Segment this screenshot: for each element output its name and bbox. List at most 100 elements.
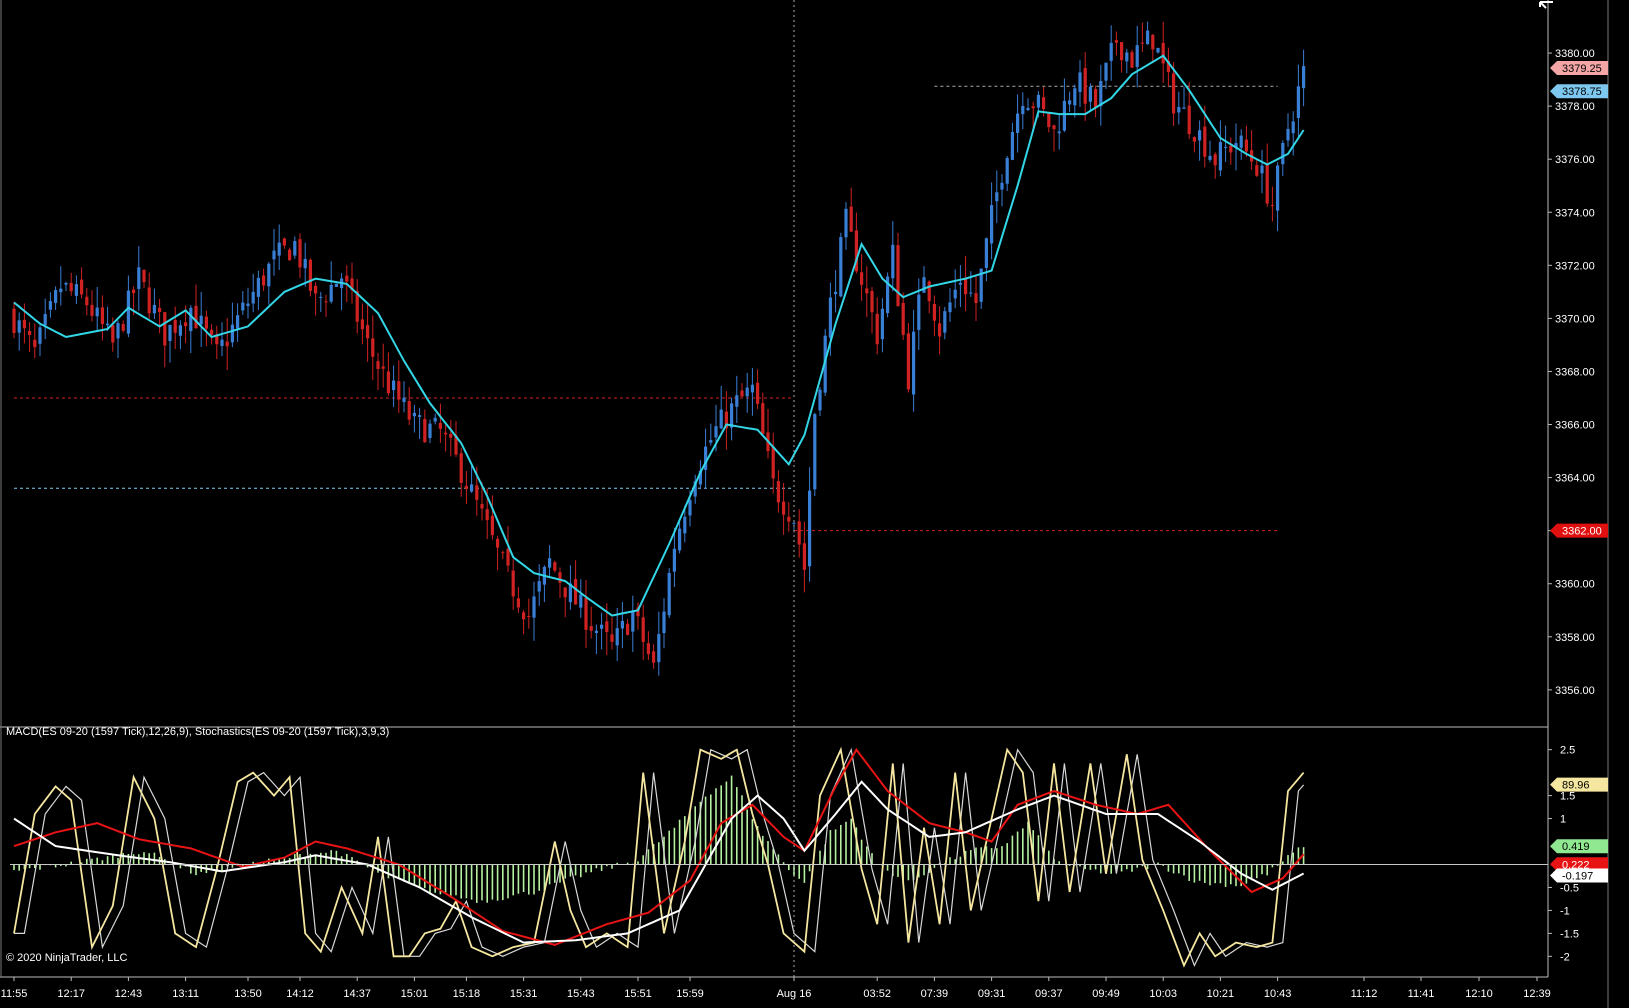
price-tick-label: 3360.00 — [1555, 579, 1595, 591]
candle-body — [667, 573, 671, 616]
candle-body — [849, 206, 853, 232]
time-tick-label: 11:55 — [1, 988, 28, 1000]
candle-body — [579, 594, 583, 608]
candle-body — [386, 371, 390, 394]
candle-body — [480, 504, 484, 509]
candle-body — [256, 277, 260, 297]
candle-body — [511, 570, 515, 597]
candle-body — [610, 634, 614, 642]
candle-body — [111, 325, 115, 343]
candle-body — [132, 289, 136, 294]
candle — [813, 412, 817, 497]
candle-body — [204, 316, 208, 329]
candle-body — [995, 192, 999, 202]
candle-body — [246, 303, 250, 307]
candle-body — [444, 432, 448, 435]
candle-body — [402, 397, 406, 403]
candle-body — [600, 624, 604, 629]
candle-body — [189, 307, 193, 332]
time-tick-label: 13:11 — [172, 988, 199, 1000]
candle-body — [334, 283, 338, 287]
macd-value-tag: -0.197 — [1550, 868, 1608, 883]
candle-body — [516, 598, 520, 608]
candle-body — [163, 312, 167, 346]
candle-body — [501, 552, 505, 554]
candle-body — [95, 307, 99, 317]
candle-body — [1078, 72, 1082, 92]
time-tick-label: 10:43 — [1264, 988, 1292, 1000]
candle-body — [329, 284, 333, 302]
candle-body — [376, 361, 380, 369]
candle-body — [522, 612, 526, 620]
candle-body — [178, 325, 182, 336]
candle-body — [1140, 42, 1144, 44]
candle-body — [709, 440, 713, 443]
time-tick-label: 12:10 — [1465, 988, 1493, 1000]
candle-body — [756, 382, 760, 404]
candle-body — [646, 643, 650, 655]
candle-body — [262, 275, 266, 286]
time-tick-label: 09:31 — [978, 988, 1006, 1000]
candle-body — [137, 267, 141, 289]
indicator-tick-label: -0.5 — [1560, 882, 1579, 894]
value-tag-label: -0.197 — [1562, 871, 1593, 883]
candle-body — [620, 620, 624, 629]
candle-body — [761, 403, 765, 434]
candle-body — [397, 381, 401, 400]
candle-body — [100, 307, 104, 325]
candle-body — [1177, 107, 1181, 113]
candle-body — [776, 481, 780, 503]
candle-body — [1182, 107, 1186, 109]
time-tick-label: 15:01 — [401, 988, 429, 1000]
time-tick-label: 15:51 — [624, 988, 652, 1000]
chart-canvas[interactable]: 3380.00 3378.00 3376.00 3374.00 3372.00 3370.… — [0, 0, 1629, 1008]
candle-body — [870, 290, 874, 313]
candle-body — [922, 277, 926, 293]
candle-body — [126, 290, 130, 334]
candle-body — [236, 315, 240, 329]
candle-body — [490, 515, 494, 536]
candle-body — [943, 311, 947, 333]
candle-body — [792, 522, 796, 524]
candle-body — [1109, 42, 1113, 61]
price-marker-ask: 3378.75 — [1550, 84, 1608, 99]
candle-body — [938, 323, 942, 337]
candle-body — [184, 322, 188, 327]
candle-body — [678, 528, 682, 551]
time-tick-label: 09:37 — [1035, 988, 1063, 1000]
candle — [334, 283, 338, 288]
candle-body — [1203, 126, 1207, 157]
candle-body — [932, 304, 936, 321]
candle — [667, 568, 671, 619]
candle-body — [537, 581, 541, 592]
candle-body — [750, 384, 754, 393]
candle-body — [657, 634, 661, 663]
candle-body — [1104, 62, 1108, 81]
candle-body — [288, 249, 292, 261]
candle-body — [345, 275, 349, 282]
candle-body — [1068, 100, 1072, 105]
candle-body — [428, 423, 432, 439]
candle-body — [1296, 86, 1300, 118]
candle-body — [121, 324, 125, 331]
candle-body — [412, 412, 416, 417]
candle-body — [1198, 130, 1202, 141]
time-tick-label: Aug 16 — [777, 988, 812, 1000]
candle-body — [168, 325, 172, 341]
candle-body — [1146, 30, 1150, 45]
candle-body — [740, 390, 744, 397]
price-marker-last: 3379.25 — [1550, 60, 1608, 75]
indicator-tick-label: -2 — [1560, 951, 1570, 963]
candle-body — [277, 242, 281, 256]
candle-body — [230, 324, 234, 343]
candle-body — [906, 333, 910, 390]
candle-body — [407, 401, 411, 420]
candle-body — [1135, 45, 1139, 67]
candle-body — [584, 598, 588, 630]
candle-body — [719, 409, 723, 429]
candle-body — [662, 611, 666, 634]
time-tick-label: 14:37 — [343, 988, 371, 1000]
copyright-label: © 2020 NinjaTrader, LLC — [6, 952, 127, 964]
candle-body — [1151, 34, 1155, 50]
candle-body — [1099, 81, 1103, 107]
